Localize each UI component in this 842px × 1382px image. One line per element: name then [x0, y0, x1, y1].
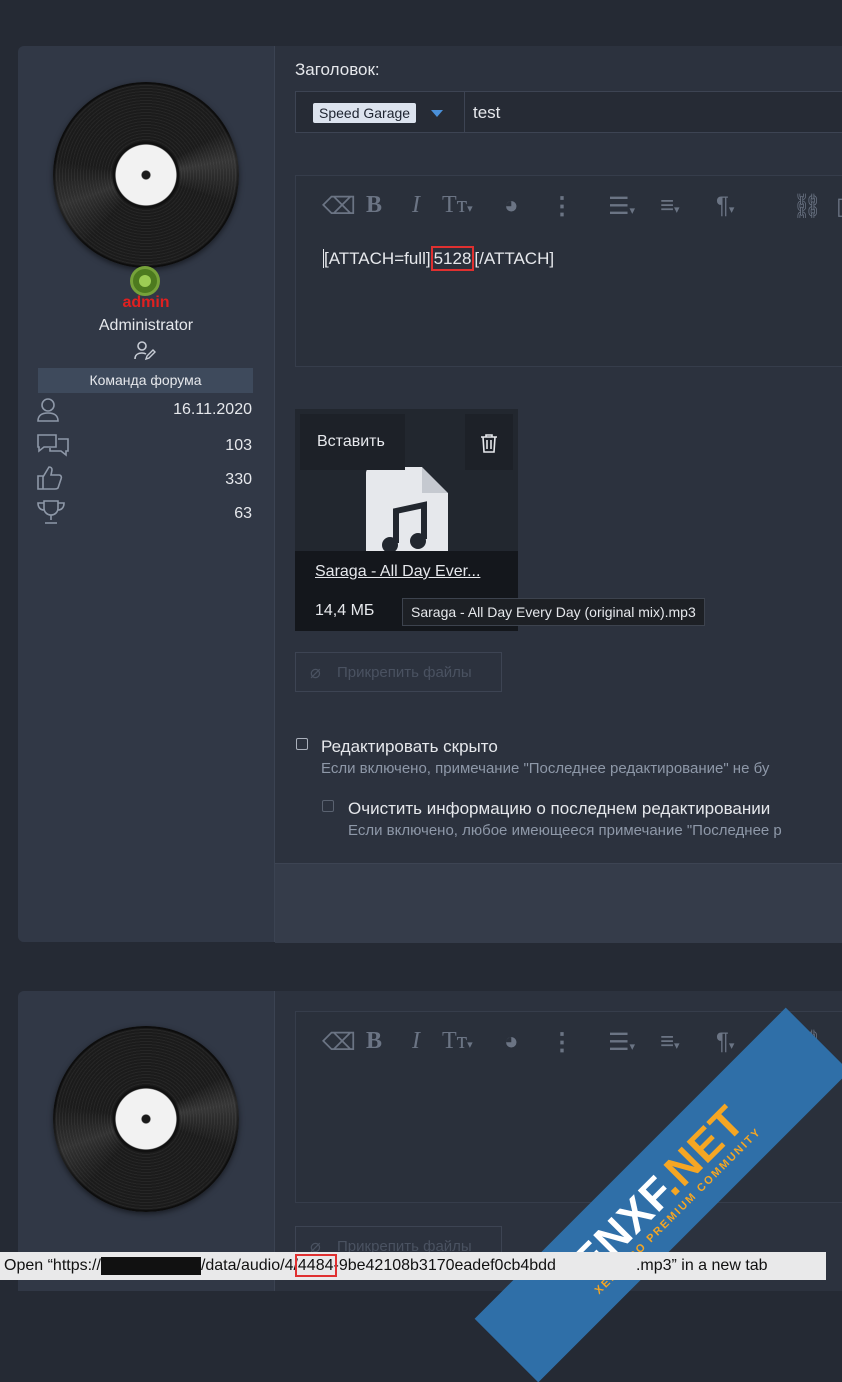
silent-edit-label[interactable]: Редактировать скрыто [321, 737, 498, 757]
italic-icon[interactable]: I [412, 1028, 420, 1055]
attachment-file-name[interactable]: Saraga - All Day Ever... [315, 563, 480, 581]
insert-button[interactable]: Вставить [300, 414, 405, 470]
user-stat-reactions: 330 [36, 465, 256, 491]
silent-edit-hint: Если включено, примечание "Последнее ред… [321, 760, 770, 777]
list-icon[interactable]: ☰▾ [608, 1028, 635, 1057]
bold-icon[interactable]: B [366, 192, 382, 219]
attach-files-button[interactable]: ⌀ Прикрепить файлы [295, 652, 502, 692]
status-path: /data/audio/4/ [200, 1257, 298, 1274]
italic-icon[interactable]: I [412, 192, 420, 219]
form-footer [275, 863, 842, 943]
attachment-file-size: 14,4 МБ [315, 602, 375, 619]
palette-icon[interactable]: ◕ [504, 192, 519, 220]
stat-value: 63 [234, 505, 252, 522]
user-title: Administrator [98, 317, 194, 334]
bold-icon[interactable]: B [366, 1028, 382, 1055]
thumbs-up-icon [37, 466, 63, 490]
silent-edit-checkbox[interactable] [296, 738, 308, 750]
attachment-id-highlight: 5128 [430, 246, 475, 271]
online-status-icon [130, 266, 160, 296]
messages-icon [37, 434, 69, 457]
align-icon[interactable]: ≡▾ [660, 1028, 680, 1056]
avatar[interactable] [53, 82, 239, 268]
user-stat-messages: 103 [36, 431, 256, 457]
paragraph-icon[interactable]: ¶▾ [716, 1028, 734, 1056]
stat-value: 16.11.2020 [173, 401, 252, 418]
editor-content[interactable]: [ATTACH=full] 5128 [/ATTACH] [323, 246, 555, 271]
redacted-domain [100, 1256, 201, 1275]
delete-attachment-button[interactable] [465, 414, 513, 470]
user-stat-trophies: 63 [36, 499, 256, 525]
title-label: Заголовок: [295, 60, 380, 79]
eraser-icon[interactable]: ⌫ [322, 192, 356, 221]
chevron-down-icon [431, 110, 443, 117]
title-input[interactable]: test [473, 103, 500, 123]
user-stat-registered: 16.11.2020 [36, 397, 256, 423]
attach-files-label: Прикрепить файлы [337, 664, 472, 681]
clear-edit-label[interactable]: Очистить информацию о последнем редактир… [348, 799, 770, 819]
prefix-selector[interactable]: Speed Garage [296, 92, 465, 132]
title-field: Speed Garage test [295, 91, 842, 133]
user-banner: Команда форума [38, 368, 253, 393]
status-prefix: Open “https:// [4, 1257, 101, 1274]
trash-icon [481, 434, 497, 453]
more-options-icon[interactable]: ⋮ [550, 192, 574, 221]
bbcode-close: [/ATTACH] [474, 249, 555, 268]
prefix-label: Speed Garage [313, 103, 417, 123]
username[interactable]: admin [0, 294, 292, 312]
stat-value: 330 [225, 471, 252, 488]
palette-icon[interactable]: ◕ [504, 1028, 519, 1056]
bbcode-open: [ATTACH=full] [323, 249, 431, 268]
image-icon[interactable]: ▯ [836, 192, 842, 221]
link-icon[interactable]: ⛓ [792, 192, 822, 221]
stat-value: 103 [225, 437, 252, 454]
paperclip-icon: ⌀ [310, 662, 321, 682]
status-id-highlight: 4484 [294, 1254, 337, 1277]
browser-status-bar: Open “https:// /data/audio/4/4484-9be4210… [0, 1252, 826, 1280]
second-avatar[interactable] [53, 1026, 239, 1212]
font-size-icon[interactable]: Tт▾ [442, 1028, 473, 1055]
paragraph-icon[interactable]: ¶▾ [716, 192, 734, 220]
editor-toolbar: ⌫ B I Tт▾ ◕ ⋮ ☰▾ ≡▾ ¶▾ ⛓ ▯ [296, 192, 842, 224]
message-editor[interactable]: ⌫ B I Tт▾ ◕ ⋮ ☰▾ ≡▾ ¶▾ ⛓ ▯ [ATTACH=full]… [295, 175, 842, 367]
more-options-icon[interactable]: ⋮ [550, 1028, 574, 1057]
status-hash: -9be42108b3170eadef0cb4bdd [333, 1257, 556, 1274]
clear-edit-checkbox[interactable] [322, 800, 334, 812]
status-suffix: .mp3” in a new tab [635, 1257, 768, 1274]
file-name-tooltip: Saraga - All Day Every Day (original mix… [402, 598, 705, 626]
clear-edit-hint: Если включено, любое имеющееся примечани… [348, 822, 782, 839]
trophy-icon [37, 500, 65, 524]
user-icon [37, 398, 59, 422]
align-icon[interactable]: ≡▾ [660, 192, 680, 220]
eraser-icon[interactable]: ⌫ [322, 1028, 356, 1057]
list-icon[interactable]: ☰▾ [608, 192, 635, 221]
edit-user-icon[interactable] [133, 339, 157, 363]
font-size-icon[interactable]: Tт▾ [442, 192, 473, 219]
